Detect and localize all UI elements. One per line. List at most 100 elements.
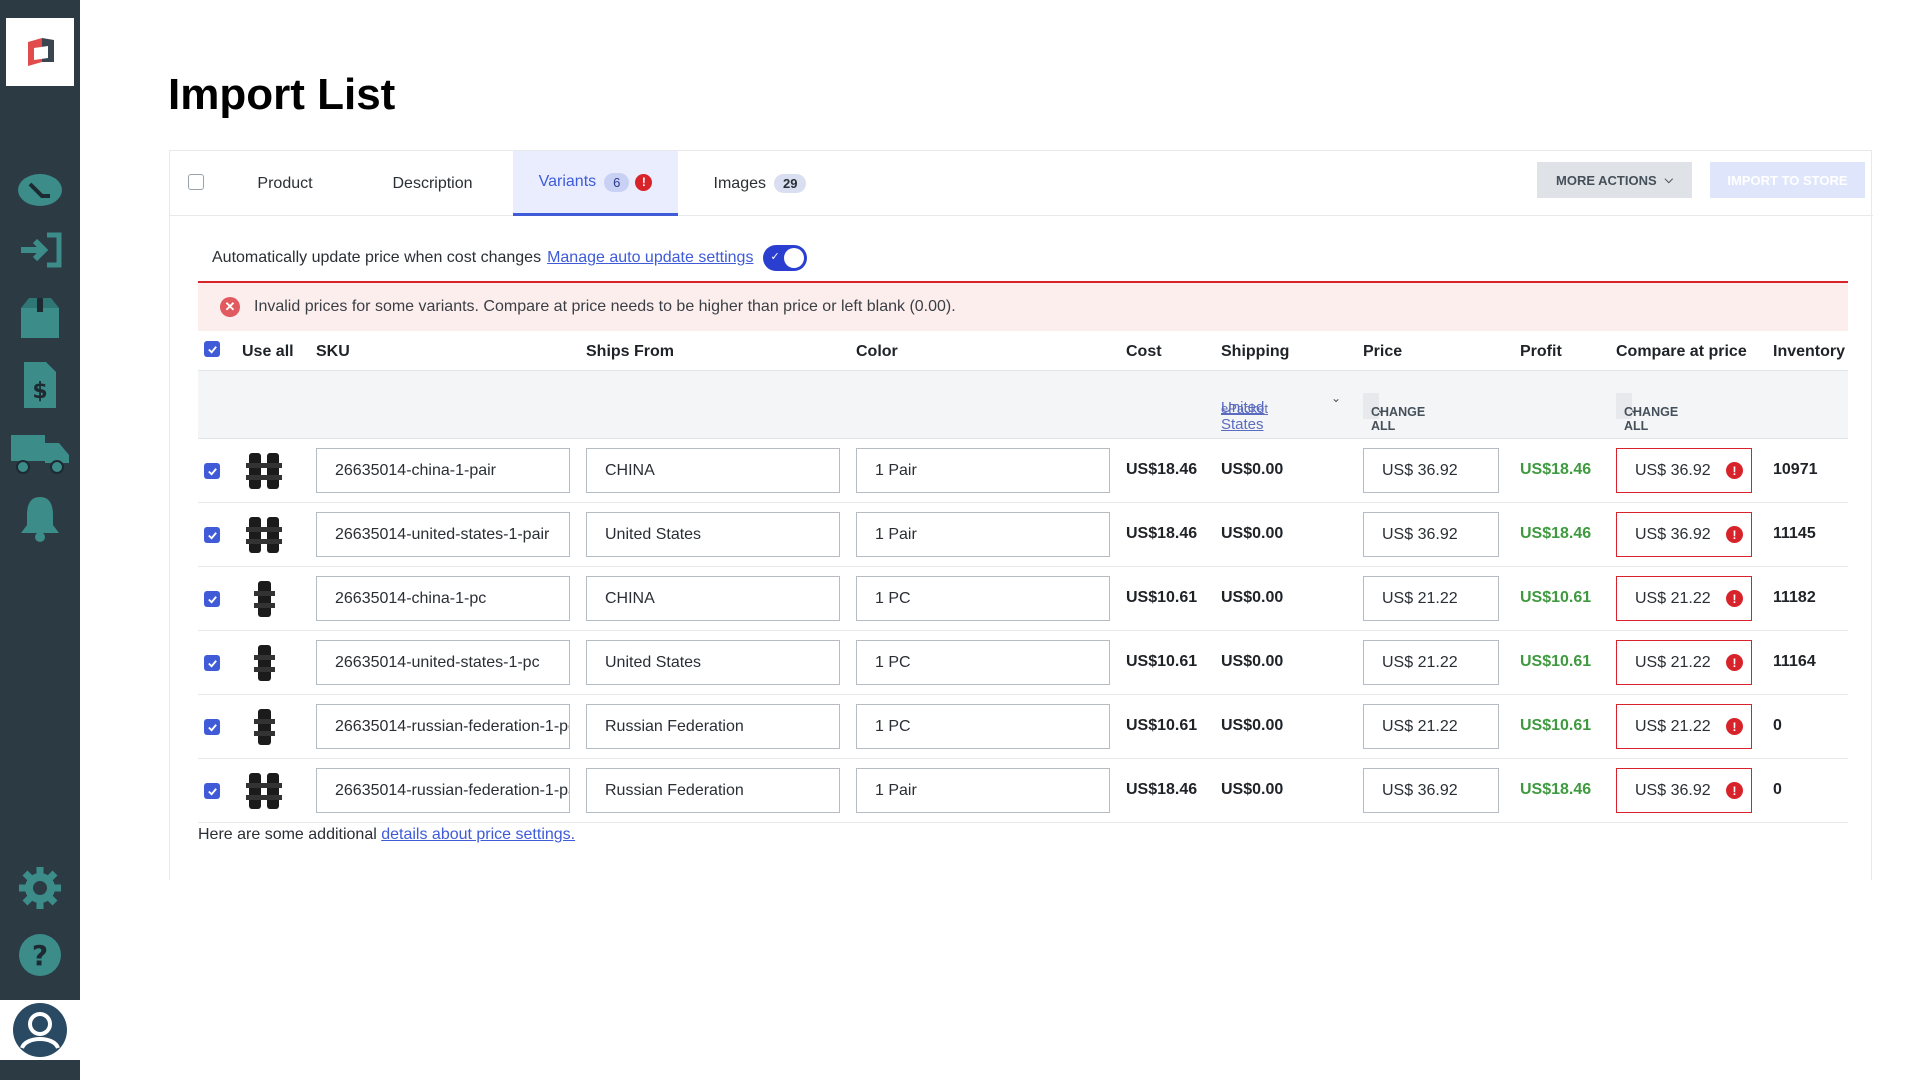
price-input[interactable]: US$ 21.22 xyxy=(1363,704,1499,749)
row-checkbox[interactable] xyxy=(204,463,220,479)
product-thumbnail xyxy=(246,643,282,683)
color-input[interactable]: 1 PC xyxy=(856,576,1110,621)
compare-at-price-input[interactable]: US$ 36.92! xyxy=(1616,448,1752,493)
input-value: 26635014-china-1-pair xyxy=(335,461,496,479)
input-value: 1 Pair xyxy=(875,781,917,799)
page-title: Import List xyxy=(168,70,396,119)
sku-input[interactable]: 26635014-united-states-1-pc xyxy=(316,640,570,685)
compare-at-price-input[interactable]: US$ 36.92! xyxy=(1616,512,1752,557)
gear-icon[interactable] xyxy=(0,858,80,918)
use-all-checkbox[interactable] xyxy=(204,341,220,357)
row-checkbox[interactable] xyxy=(204,655,220,671)
user-icon[interactable] xyxy=(0,1000,80,1060)
header-price: Price xyxy=(1363,343,1403,360)
inventory-value: 11164 xyxy=(1773,653,1816,670)
input-value: Russian Federation xyxy=(605,717,744,735)
shipping-value: US$0.00 xyxy=(1221,461,1284,478)
check-icon: ✓ xyxy=(770,251,780,263)
app-logo[interactable] xyxy=(6,18,74,86)
auto-update-toggle[interactable]: ✓ xyxy=(763,245,808,271)
ships-from-input[interactable]: Russian Federation xyxy=(586,768,840,813)
tab-description[interactable]: Description xyxy=(360,151,505,216)
profit-value: US$18.46 xyxy=(1520,525,1592,542)
header-ships-from: Ships From xyxy=(586,343,675,360)
color-input[interactable]: 1 Pair xyxy=(856,512,1110,557)
sku-input[interactable]: 26635014-russian-federation-1-pair xyxy=(316,768,570,813)
color-input[interactable]: 1 PC xyxy=(856,704,1110,749)
box-icon[interactable] xyxy=(0,288,80,348)
cost-value: US$18.46 xyxy=(1126,525,1198,542)
ships-from-input[interactable]: United States xyxy=(586,640,840,685)
input-value: US$ 36.92 xyxy=(1635,781,1711,799)
truck-icon[interactable] xyxy=(0,422,80,482)
invoice-icon[interactable]: $ xyxy=(0,355,80,415)
error-icon: ! xyxy=(1726,462,1743,479)
color-input[interactable]: 1 Pair xyxy=(856,768,1110,813)
profit-value: US$10.61 xyxy=(1520,589,1592,606)
tab-product[interactable]: Product xyxy=(230,151,340,216)
cost-value: US$10.61 xyxy=(1126,653,1198,670)
price-input[interactable]: US$ 21.22 xyxy=(1363,576,1499,621)
tab-variants[interactable]: Variants 6 ! xyxy=(513,151,678,216)
cost-value: US$10.61 xyxy=(1126,589,1198,606)
error-icon: ! xyxy=(1726,718,1743,735)
compare-at-price-input[interactable]: US$ 21.22! xyxy=(1616,576,1752,621)
input-value: US$ 21.22 xyxy=(1382,717,1458,735)
manage-auto-update-link[interactable]: Manage auto update settings xyxy=(547,249,753,267)
input-value: US$ 21.22 xyxy=(1382,653,1458,671)
ships-from-input[interactable]: Russian Federation xyxy=(586,704,840,749)
chevron-down-icon: ⌄ xyxy=(1377,405,1386,416)
price-input[interactable]: US$ 36.92 xyxy=(1363,768,1499,813)
tab-images[interactable]: Images 29 xyxy=(690,151,830,216)
header-profit: Profit xyxy=(1520,343,1562,360)
sku-input[interactable]: 26635014-china-1-pc xyxy=(316,576,570,621)
color-input[interactable]: 1 PC xyxy=(856,640,1110,685)
import-icon[interactable] xyxy=(0,220,80,280)
header-compare-at-price: Compare at price xyxy=(1616,343,1747,360)
tab-description-label: Description xyxy=(392,174,473,192)
search-icon[interactable] xyxy=(0,158,80,218)
auto-update-text: Automatically update price when cost cha… xyxy=(212,249,542,266)
price-input[interactable]: US$ 36.92 xyxy=(1363,448,1499,493)
input-value: US$ 36.92 xyxy=(1382,525,1458,543)
import-to-store-button[interactable]: IMPORT TO STORE xyxy=(1710,162,1865,198)
sku-input[interactable]: 26635014-russian-federation-1-pc xyxy=(316,704,570,749)
row-checkbox[interactable] xyxy=(204,527,220,543)
sku-input[interactable]: 26635014-china-1-pair xyxy=(316,448,570,493)
help-icon[interactable]: ? xyxy=(0,925,80,985)
price-settings-link[interactable]: details about price settings. xyxy=(381,826,575,843)
input-value: 26635014-united-states-1-pair xyxy=(335,525,550,543)
tab-images-label: Images xyxy=(713,174,766,192)
compare-at-price-input[interactable]: US$ 21.22! xyxy=(1616,704,1752,749)
input-value: 26635014-russian-federation-1-pc xyxy=(335,717,570,735)
table-header: Use all SKU Ships From Color Cost Shippi… xyxy=(198,331,1848,371)
input-value: US$ 21.22 xyxy=(1382,589,1458,607)
cost-value: US$18.46 xyxy=(1126,781,1198,798)
table-row: 26635014-united-states-1-pc United States… xyxy=(198,631,1848,695)
row-checkbox[interactable] xyxy=(204,591,220,607)
compare-at-price-input[interactable]: US$ 36.92! xyxy=(1616,768,1752,813)
row-checkbox[interactable] xyxy=(204,719,220,735)
shipping-value: US$0.00 xyxy=(1221,589,1284,606)
change-all-price-button[interactable]: CHANGE ALL ⌄ xyxy=(1363,393,1425,433)
select-product-checkbox[interactable] xyxy=(188,174,204,190)
more-actions-button[interactable]: MORE ACTIONS ⌵ xyxy=(1537,162,1692,198)
ships-from-input[interactable]: United States xyxy=(586,512,840,557)
sku-input[interactable]: 26635014-united-states-1-pair xyxy=(316,512,570,557)
price-input[interactable]: US$ 36.92 xyxy=(1363,512,1499,557)
change-all-compare-button[interactable]: CHANGE ALL ⌄ xyxy=(1616,393,1678,433)
header-cost: Cost xyxy=(1126,343,1162,360)
compare-at-price-input[interactable]: US$ 21.22! xyxy=(1616,640,1752,685)
row-checkbox[interactable] xyxy=(204,783,220,799)
inventory-value: 11145 xyxy=(1773,525,1816,542)
table-row: 26635014-united-states-1-pair United Stat… xyxy=(198,503,1848,567)
cost-value: US$18.46 xyxy=(1126,461,1198,478)
bell-icon[interactable] xyxy=(0,488,80,548)
price-input[interactable]: US$ 21.22 xyxy=(1363,640,1499,685)
input-value: US$ 21.22 xyxy=(1635,589,1711,607)
error-icon: ✕ xyxy=(220,297,240,317)
ships-from-input[interactable]: CHINA xyxy=(586,576,840,621)
ships-from-input[interactable]: CHINA xyxy=(586,448,840,493)
input-value: US$ 36.92 xyxy=(1382,461,1458,479)
color-input[interactable]: 1 Pair xyxy=(856,448,1110,493)
